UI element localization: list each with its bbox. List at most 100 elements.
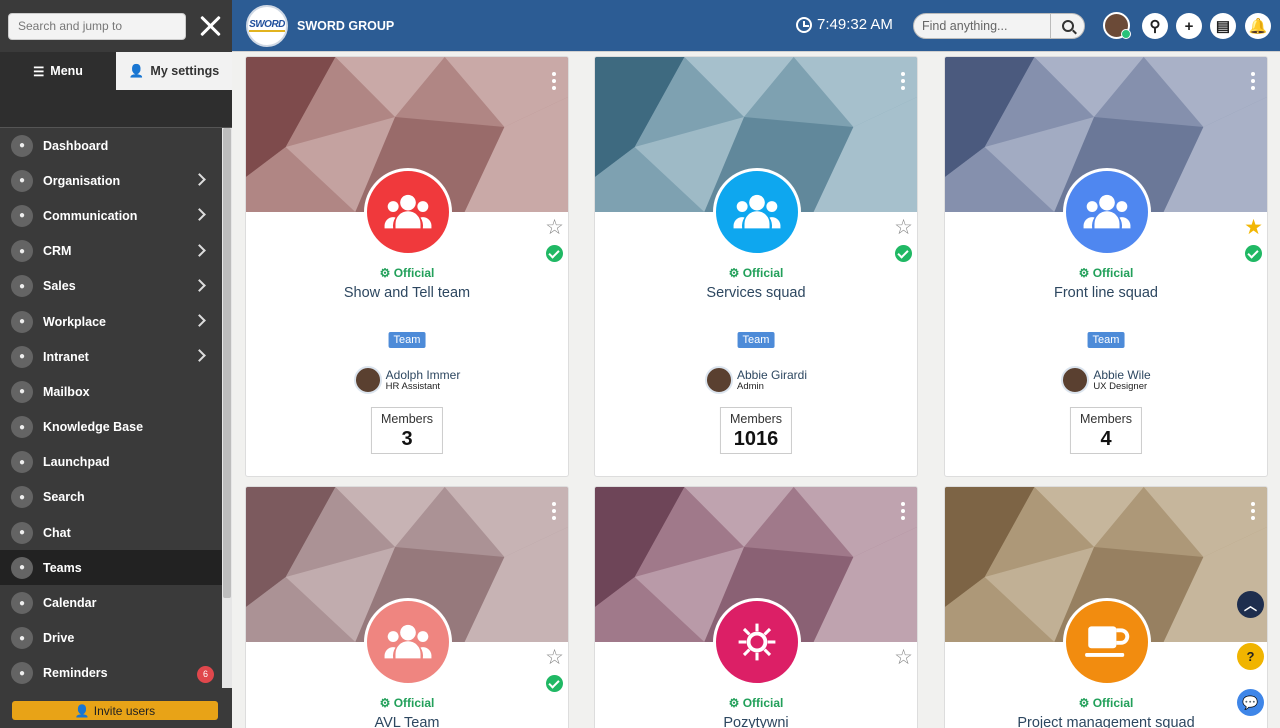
sidebar-tabs: ☰ Menu 👤 My settings bbox=[0, 52, 232, 90]
reminders-count-badge: 6 bbox=[197, 665, 214, 683]
sidebar-item-label: Knowledge Base bbox=[43, 420, 144, 435]
team-owner[interactable]: Abbie Wile UX Designer bbox=[945, 366, 1267, 394]
team-type-badge: Team bbox=[737, 332, 775, 348]
star-icon[interactable]: ☆ bbox=[545, 217, 564, 238]
sidebar-item-launchpad[interactable]: ● Launchpad bbox=[0, 445, 222, 480]
sidebar-item-workplace[interactable]: ● Workplace bbox=[0, 304, 222, 339]
tab-menu[interactable]: ☰ Menu bbox=[0, 52, 116, 90]
card-menu-icon[interactable] bbox=[1251, 72, 1255, 90]
verified-check-icon bbox=[546, 675, 563, 692]
team-name[interactable]: Front line squad bbox=[945, 285, 1267, 301]
tab-my-settings[interactable]: 👤 My settings bbox=[116, 52, 232, 90]
members-label: Members bbox=[380, 412, 434, 426]
people-icon: ● bbox=[11, 169, 33, 192]
sidebar-item-drive[interactable]: ● Drive bbox=[0, 621, 222, 656]
sidebar-item-mailbox[interactable]: ● Mailbox bbox=[0, 374, 222, 409]
add-button[interactable]: + bbox=[1176, 13, 1202, 39]
sidebar-item-label: Chat bbox=[43, 525, 71, 540]
sidebar-item-dashboard[interactable]: ● Dashboard bbox=[0, 128, 222, 163]
avatar bbox=[704, 366, 733, 394]
team-card[interactable]: ☆ ⚙ Official AVL Team bbox=[245, 486, 569, 728]
team-name[interactable]: Show and Tell team bbox=[246, 285, 568, 301]
card-menu-icon[interactable] bbox=[552, 502, 556, 520]
chevron-right-icon bbox=[193, 349, 206, 362]
team-icon bbox=[1063, 168, 1151, 256]
bell-icon: 🔔 bbox=[1248, 18, 1268, 35]
chevron-right-icon bbox=[193, 243, 206, 257]
calendar-button[interactable]: ▤ bbox=[1210, 13, 1236, 39]
card-menu-icon[interactable] bbox=[901, 72, 905, 90]
location-button[interactable]: ⚲ bbox=[1142, 13, 1168, 39]
members-box: Members 3 bbox=[370, 407, 444, 454]
workplace-icon: ● bbox=[11, 310, 33, 333]
team-card[interactable]: ☆ ⚙ Official Services squad Team Abbie Girar… bbox=[594, 56, 918, 477]
home-icon: ● bbox=[11, 134, 33, 157]
rocket-icon: ● bbox=[11, 451, 33, 474]
help-button[interactable]: ? bbox=[1237, 643, 1264, 670]
team-card[interactable]: ☆ ⚙ Official Show and Tell team Team Adolph … bbox=[245, 56, 569, 477]
sidebar-item-calendar[interactable]: ● Calendar bbox=[0, 585, 222, 620]
members-label: Members bbox=[729, 412, 783, 426]
sidebar-item-label: Organisation bbox=[43, 173, 121, 188]
team-card[interactable]: ★ ⚙ Official Front line squad Team Abbie Wil… bbox=[944, 56, 1268, 477]
user-avatar[interactable] bbox=[1103, 12, 1131, 39]
members-count: 1016 bbox=[733, 428, 779, 450]
gear-icon: ⚙ bbox=[379, 696, 394, 710]
company-name: SWORD GROUP bbox=[297, 18, 395, 33]
official-label: ⚙ Official bbox=[945, 266, 1267, 280]
sidebar-item-knowledge-base[interactable]: ● Knowledge Base bbox=[0, 410, 222, 445]
team-name[interactable]: Project management squad bbox=[945, 715, 1267, 728]
verified-check-icon bbox=[546, 245, 563, 262]
star-icon[interactable]: ☆ bbox=[894, 647, 913, 668]
sidebar-item-label: Teams bbox=[43, 560, 82, 575]
scroll-top-button[interactable]: ︿ bbox=[1237, 591, 1264, 618]
team-card[interactable]: ☆⚙ OfficialProject management squad bbox=[944, 486, 1268, 728]
sidebar-item-sales[interactable]: ● Sales bbox=[0, 269, 222, 304]
notifications-button[interactable]: 🔔 bbox=[1245, 13, 1271, 39]
sidebar-item-communication[interactable]: ● Communication bbox=[0, 198, 222, 233]
team-card[interactable]: ☆ ⚙ Official Pozytywni bbox=[594, 486, 918, 728]
star-icon[interactable]: ★ bbox=[1244, 217, 1263, 238]
members-count: 4 bbox=[1100, 428, 1112, 450]
members-label: Members bbox=[1079, 412, 1133, 426]
sidebar-item-intranet[interactable]: ● Intranet bbox=[0, 339, 222, 374]
company-logo[interactable]: SWORD bbox=[246, 4, 288, 47]
card-menu-icon[interactable] bbox=[552, 72, 556, 90]
sidebar-item-search[interactable]: ● Search bbox=[0, 480, 222, 515]
coffee-icon bbox=[1063, 598, 1151, 686]
global-search-button[interactable] bbox=[1050, 14, 1084, 38]
sidebar-scrollbar-thumb[interactable] bbox=[223, 128, 231, 598]
sidebar-item-teams[interactable]: ● Teams bbox=[0, 550, 222, 586]
official-text: Official bbox=[393, 696, 435, 710]
team-name[interactable]: AVL Team bbox=[246, 715, 568, 728]
team-name[interactable]: Services squad bbox=[595, 285, 917, 301]
teams-icon: ● bbox=[11, 556, 33, 579]
team-owner[interactable]: Adolph Immer HR Assistant bbox=[246, 366, 568, 394]
global-search-input[interactable]: Find anything... bbox=[914, 19, 1050, 33]
sidebar-item-organisation[interactable]: ● Organisation bbox=[0, 163, 222, 198]
sidebar-search-input[interactable]: Search and jump to bbox=[8, 12, 187, 40]
star-icon[interactable]: ☆ bbox=[545, 647, 564, 668]
owner-name: Abbie Wile bbox=[1093, 367, 1151, 382]
sidebar-item-chat[interactable]: ● Chat bbox=[0, 515, 222, 550]
sidebar-item-label: Drive bbox=[43, 631, 75, 646]
team-owner[interactable]: Abbie Girardi Admin bbox=[595, 366, 917, 394]
chevron-right-icon bbox=[193, 208, 206, 222]
sidebar-item-label: Workplace bbox=[43, 314, 106, 329]
card-menu-icon[interactable] bbox=[901, 502, 905, 520]
invite-users-button[interactable]: 👤 Invite users bbox=[12, 701, 218, 720]
owner-name: Abbie Girardi bbox=[736, 367, 808, 382]
topbar: SWORD SWORD GROUP 7:49:32 AM Find anythi… bbox=[232, 0, 1280, 52]
sidebar-item-reminders[interactable]: ● Reminders 6 bbox=[0, 656, 222, 691]
chevron-right-icon bbox=[193, 173, 206, 187]
close-icon[interactable] bbox=[195, 11, 224, 41]
verified-check-icon bbox=[895, 245, 912, 262]
search-icon bbox=[1061, 20, 1074, 32]
question-icon: ? bbox=[1246, 649, 1255, 664]
card-menu-icon[interactable] bbox=[1251, 502, 1255, 520]
sales-icon: ● bbox=[11, 275, 33, 298]
team-name[interactable]: Pozytywni bbox=[595, 715, 917, 728]
sidebar-item-crm[interactable]: ● CRM bbox=[0, 234, 222, 269]
chat-button[interactable]: 💬 bbox=[1237, 689, 1264, 716]
star-icon[interactable]: ☆ bbox=[894, 217, 913, 238]
